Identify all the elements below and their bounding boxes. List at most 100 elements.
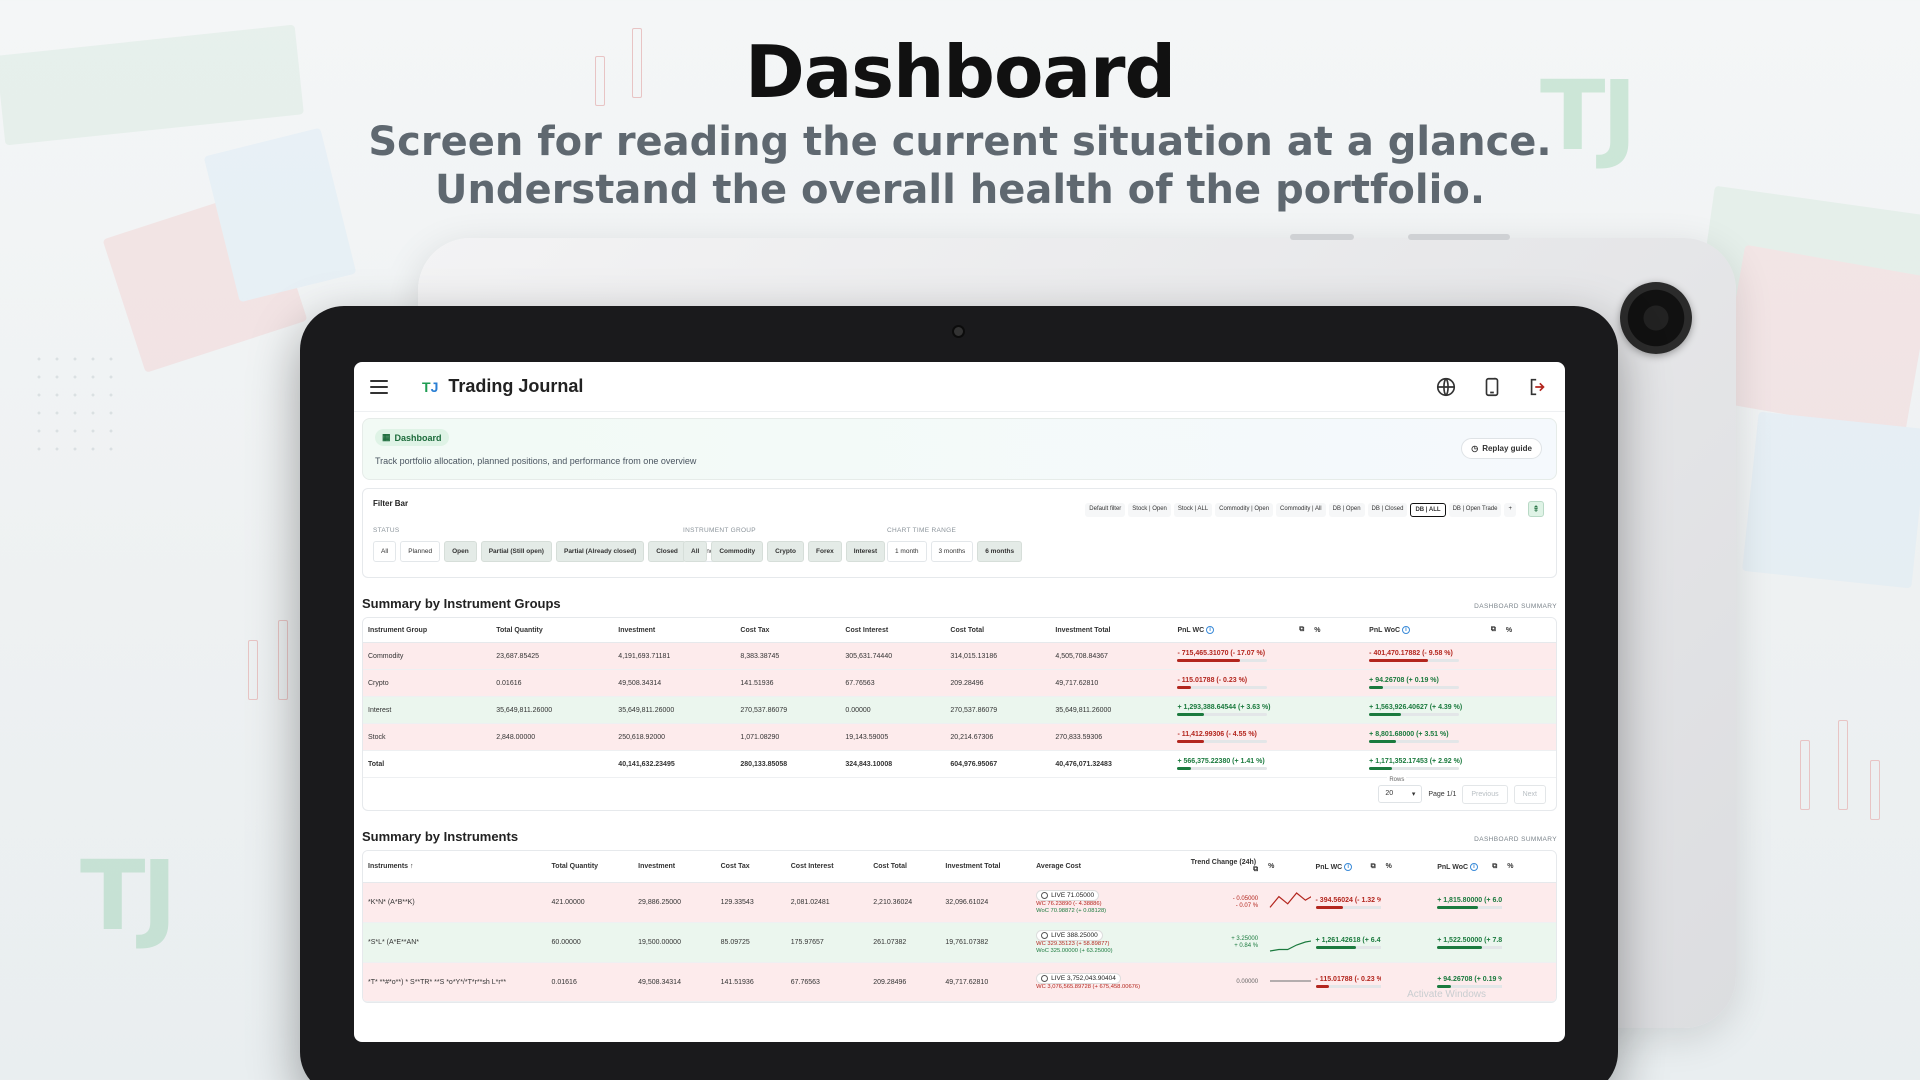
filter-preset[interactable]: Stock | ALL bbox=[1173, 503, 1213, 517]
phone-icon[interactable] bbox=[1481, 376, 1503, 398]
table-row[interactable]: Stock 2,848.00000 250,618.92000 1,071.08290… bbox=[363, 723, 1556, 751]
filter-preset[interactable]: + bbox=[1504, 503, 1516, 517]
sparkline-cell bbox=[1263, 882, 1311, 923]
trend-percent: - 0.07 % bbox=[1235, 902, 1259, 909]
table-row[interactable]: *K*N* (A*B**K) 421.00000 29,886.25000 129.3… bbox=[363, 882, 1556, 923]
column-header[interactable]: % bbox=[1500, 618, 1556, 643]
column-header[interactable]: Instruments ↑ bbox=[363, 851, 547, 883]
info-icon[interactable]: i bbox=[1344, 862, 1353, 871]
info-icon[interactable]: i bbox=[1206, 626, 1215, 634]
next-button[interactable]: Next bbox=[1513, 784, 1546, 804]
column-header-label: % bbox=[1385, 863, 1392, 870]
filter-chip[interactable]: All bbox=[373, 541, 397, 562]
filter-chip[interactable]: Forex bbox=[808, 541, 842, 562]
column-header[interactable]: Trend Change (24h) ⧉ bbox=[1185, 851, 1264, 883]
pnl-value: - 115.01788 (- 0.23 %) bbox=[1177, 677, 1248, 684]
rows-per-page-select[interactable]: Rows 20 ▾ bbox=[1378, 777, 1423, 803]
filter-preset[interactable]: DB | Open bbox=[1328, 503, 1365, 517]
info-icon[interactable]: i bbox=[1470, 862, 1478, 871]
table-row[interactable]: Interest 35,649,811.26000 35,649,811.26000… bbox=[363, 696, 1556, 724]
globe-icon[interactable] bbox=[1435, 376, 1457, 398]
column-header[interactable]: Cost Total bbox=[868, 851, 941, 883]
filter-preset[interactable]: Stock | Open bbox=[1128, 503, 1171, 517]
column-header[interactable]: Investment Total bbox=[1050, 618, 1173, 643]
filter-chip[interactable]: 3 months bbox=[930, 541, 974, 562]
menu-icon[interactable] bbox=[370, 379, 388, 394]
filter-preset[interactable]: DB | ALL bbox=[1410, 503, 1446, 517]
pnl-bar bbox=[1369, 767, 1460, 770]
column-header[interactable]: Cost Total bbox=[945, 618, 1051, 643]
table-row[interactable]: *S*L* (A*E**AN* 60.00000 19,500.00000 85.09… bbox=[363, 922, 1556, 963]
filter-chip[interactable]: Partial (Still open) bbox=[480, 541, 552, 562]
pnl-cell: + 1,563,926.40627 (+ 4.39 %) bbox=[1364, 696, 1501, 724]
column-header[interactable]: PnL WC i ⧉ bbox=[1172, 618, 1310, 643]
empty-cell bbox=[1500, 750, 1556, 778]
pin-icon[interactable]: ⇞ bbox=[1528, 501, 1544, 517]
column-header[interactable]: Total Quantity bbox=[491, 618, 614, 643]
column-header[interactable]: Investment Total bbox=[940, 851, 1032, 883]
rows-value: 20 bbox=[1385, 790, 1394, 797]
pnl-cell: + 94.26708 (+ 0.19 %) bbox=[1364, 669, 1501, 697]
previous-button[interactable]: Previous bbox=[1462, 784, 1508, 804]
column-header[interactable]: Instrument Group bbox=[363, 618, 492, 643]
pnl-bar-fill bbox=[1177, 713, 1205, 716]
pnl-cell: - 115.01788 (- 0.23 %) bbox=[1310, 962, 1381, 1002]
column-header[interactable]: PnL WoC i ⧉ bbox=[1364, 618, 1501, 643]
empty-cell bbox=[1380, 882, 1433, 923]
table-row[interactable]: Commodity 23,687.85425 4,191,693.71181 8,38… bbox=[363, 642, 1556, 670]
column-header[interactable]: % bbox=[1309, 618, 1365, 643]
pnl-bar-fill bbox=[1177, 740, 1205, 743]
table-row[interactable]: Total 40,141,632.23495 280,133.85058 324,84… bbox=[363, 750, 1556, 778]
replay-guide-label: Replay guide bbox=[1482, 444, 1532, 453]
filter-chip[interactable]: Closed bbox=[648, 541, 686, 562]
column-header[interactable]: Cost Interest bbox=[840, 618, 946, 643]
column-header[interactable]: % bbox=[1380, 851, 1433, 883]
candle-decoration bbox=[1838, 720, 1848, 810]
filter-chip[interactable]: All bbox=[683, 541, 708, 562]
trend-value: - 0.05000 bbox=[1232, 895, 1259, 902]
filter-preset[interactable]: DB | Closed bbox=[1367, 503, 1408, 517]
filter-preset[interactable]: Commodity | All bbox=[1276, 503, 1326, 517]
filter-chip[interactable]: Commodity bbox=[711, 541, 764, 562]
table-row[interactable]: Crypto 0.01616 49,508.34314 141.51936 67.765… bbox=[363, 669, 1556, 697]
sparkline-line bbox=[1270, 940, 1311, 952]
column-header[interactable]: Cost Tax bbox=[715, 851, 786, 883]
column-header[interactable]: PnL WoC i ⧉ bbox=[1432, 851, 1503, 883]
column-header[interactable]: % bbox=[1502, 851, 1556, 883]
column-header[interactable]: Average Cost bbox=[1031, 851, 1186, 883]
filter-chip[interactable]: Partial (Already closed) bbox=[555, 541, 645, 562]
filter-chip[interactable]: 6 months bbox=[977, 541, 1023, 562]
app-logo: TJ bbox=[422, 378, 439, 395]
filter-chip[interactable]: Open bbox=[444, 541, 477, 562]
filter-chip[interactable]: Interest bbox=[845, 541, 886, 562]
pnl-value: + 1,815.80000 (+ 6.08 %) bbox=[1437, 896, 1503, 904]
filter-chip[interactable]: Crypto bbox=[767, 541, 805, 562]
info-icon[interactable]: i bbox=[1401, 626, 1410, 634]
filter-chip[interactable]: Planned bbox=[400, 541, 441, 562]
pnl-cell: + 1,171,352.17453 (+ 2.92 %) bbox=[1364, 750, 1501, 778]
table-row[interactable]: *T* **#*o**) * S**TR* **S *o*Y*/*T*r**sh… bbox=[363, 962, 1556, 1002]
logout-icon[interactable] bbox=[1527, 376, 1549, 398]
replay-guide-button[interactable]: ◷ Replay guide bbox=[1461, 438, 1542, 459]
cell-group: Interest bbox=[363, 696, 492, 724]
column-header-label: Cost Total bbox=[873, 863, 907, 870]
column-header[interactable]: Investment bbox=[633, 851, 716, 883]
sparkline-cell bbox=[1263, 962, 1311, 1002]
filter-preset[interactable]: Commodity | Open bbox=[1215, 503, 1274, 517]
column-header-label: Instruments ↑ bbox=[368, 863, 414, 870]
column-header[interactable]: Cost Tax bbox=[735, 618, 841, 643]
instruments-table-header: Instruments ↑ Total Quantity Investment Cos… bbox=[363, 851, 1556, 883]
column-header-label: Investment Total bbox=[945, 863, 1001, 870]
status-label: STATUS bbox=[373, 527, 400, 534]
column-header[interactable]: % bbox=[1263, 851, 1311, 883]
column-header[interactable]: Investment bbox=[613, 618, 736, 643]
filter-chip[interactable]: 1 month bbox=[887, 541, 927, 562]
column-header[interactable]: PnL WC i ⧉ bbox=[1310, 851, 1381, 883]
tablet-button bbox=[1290, 234, 1354, 240]
filter-preset[interactable]: DB | Open Trade bbox=[1448, 503, 1502, 517]
chart-range-label: CHART TIME RANGE bbox=[887, 527, 957, 534]
column-header[interactable]: Total Quantity bbox=[546, 851, 634, 883]
filter-preset[interactable]: Default filter bbox=[1085, 503, 1126, 517]
column-header-label: Average Cost bbox=[1036, 863, 1081, 870]
column-header[interactable]: Cost Interest bbox=[785, 851, 869, 883]
